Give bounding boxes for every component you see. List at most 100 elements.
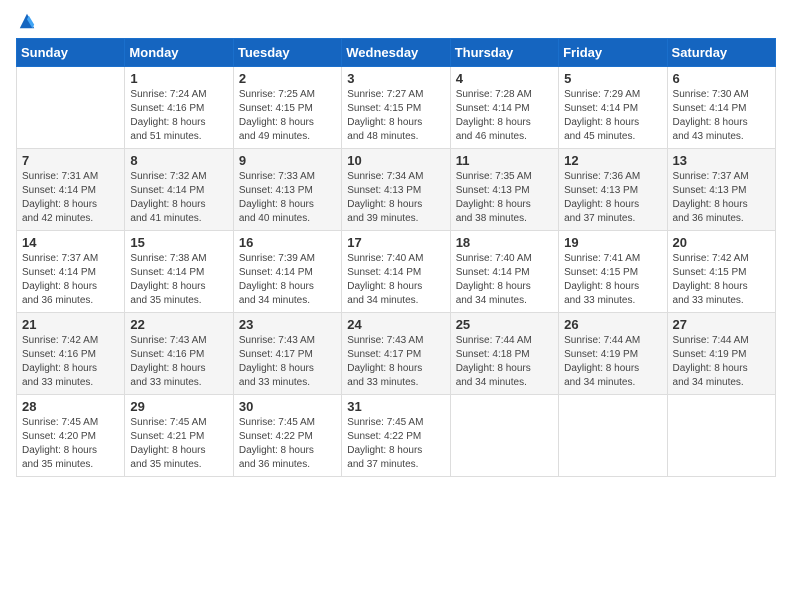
day-info: Sunrise: 7:40 AM Sunset: 4:14 PM Dayligh… — [456, 252, 553, 308]
day-number: 12 — [564, 153, 661, 168]
calendar-week-row: 28 Sunrise: 7:45 AM Sunset: 4:20 PM Dayli… — [17, 395, 776, 477]
day-info: Sunrise: 7:32 AM Sunset: 4:14 PM Dayligh… — [130, 170, 227, 226]
day-info: Sunrise: 7:43 AM Sunset: 4:16 PM Dayligh… — [130, 334, 227, 390]
calendar-cell: 29 Sunrise: 7:45 AM Sunset: 4:21 PM Dayli… — [125, 395, 233, 477]
calendar-cell: 8 Sunrise: 7:32 AM Sunset: 4:14 PM Daylig… — [125, 149, 233, 231]
day-info: Sunrise: 7:37 AM Sunset: 4:13 PM Dayligh… — [673, 170, 770, 226]
calendar-cell: 17 Sunrise: 7:40 AM Sunset: 4:14 PM Dayli… — [342, 231, 450, 313]
calendar-header-row: SundayMondayTuesdayWednesdayThursdayFrid… — [17, 39, 776, 67]
day-number: 15 — [130, 235, 227, 250]
day-number: 24 — [347, 317, 444, 332]
calendar-cell — [17, 67, 125, 149]
day-info: Sunrise: 7:39 AM Sunset: 4:14 PM Dayligh… — [239, 252, 336, 308]
day-number: 25 — [456, 317, 553, 332]
day-number: 14 — [22, 235, 119, 250]
calendar-cell — [450, 395, 558, 477]
calendar-cell: 24 Sunrise: 7:43 AM Sunset: 4:17 PM Dayli… — [342, 313, 450, 395]
calendar-cell: 18 Sunrise: 7:40 AM Sunset: 4:14 PM Dayli… — [450, 231, 558, 313]
logo-icon — [18, 12, 36, 30]
day-info: Sunrise: 7:36 AM Sunset: 4:13 PM Dayligh… — [564, 170, 661, 226]
day-number: 30 — [239, 399, 336, 414]
calendar-week-row: 14Sunrise: 7:37 AM Sunset: 4:14 PM Dayli… — [17, 231, 776, 313]
day-number: 28 — [22, 399, 119, 414]
day-number: 13 — [673, 153, 770, 168]
calendar-cell: 20 Sunrise: 7:42 AM Sunset: 4:15 PM Dayli… — [667, 231, 775, 313]
day-number: 20 — [673, 235, 770, 250]
calendar-cell: 25 Sunrise: 7:44 AM Sunset: 4:18 PM Dayli… — [450, 313, 558, 395]
day-header-wednesday: Wednesday — [342, 39, 450, 67]
day-info: Sunrise: 7:29 AM Sunset: 4:14 PM Dayligh… — [564, 88, 661, 144]
day-number: 23 — [239, 317, 336, 332]
calendar-cell: 19 Sunrise: 7:41 AM Sunset: 4:15 PM Dayli… — [559, 231, 667, 313]
calendar-cell: 28 Sunrise: 7:45 AM Sunset: 4:20 PM Dayli… — [17, 395, 125, 477]
day-number: 9 — [239, 153, 336, 168]
day-number: 26 — [564, 317, 661, 332]
day-info: Sunrise: 7:40 AM Sunset: 4:14 PM Dayligh… — [347, 252, 444, 308]
calendar-cell: 10 Sunrise: 7:34 AM Sunset: 4:13 PM Dayli… — [342, 149, 450, 231]
day-number: 22 — [130, 317, 227, 332]
day-info: Sunrise: 7:34 AM Sunset: 4:13 PM Dayligh… — [347, 170, 444, 226]
day-number: 11 — [456, 153, 553, 168]
calendar-week-row: 1Sunrise: 7:24 AM Sunset: 4:16 PM Daylig… — [17, 67, 776, 149]
calendar-week-row: 21 Sunrise: 7:42 AM Sunset: 4:16 PM Dayli… — [17, 313, 776, 395]
day-number: 19 — [564, 235, 661, 250]
calendar-week-row: 7Sunrise: 7:31 AM Sunset: 4:14 PM Daylig… — [17, 149, 776, 231]
day-info: Sunrise: 7:45 AM Sunset: 4:22 PM Dayligh… — [239, 416, 336, 472]
calendar-cell — [667, 395, 775, 477]
day-header-monday: Monday — [125, 39, 233, 67]
calendar-cell: 6Sunrise: 7:30 AM Sunset: 4:14 PM Daylig… — [667, 67, 775, 149]
day-header-tuesday: Tuesday — [233, 39, 341, 67]
calendar-cell: 4Sunrise: 7:28 AM Sunset: 4:14 PM Daylig… — [450, 67, 558, 149]
day-header-thursday: Thursday — [450, 39, 558, 67]
day-number: 5 — [564, 71, 661, 86]
calendar-cell: 22 Sunrise: 7:43 AM Sunset: 4:16 PM Dayli… — [125, 313, 233, 395]
calendar-cell: 2 Sunrise: 7:25 AM Sunset: 4:15 PM Daylig… — [233, 67, 341, 149]
calendar-cell: 13 Sunrise: 7:37 AM Sunset: 4:13 PM Dayli… — [667, 149, 775, 231]
logo — [16, 16, 36, 26]
calendar-cell: 26 Sunrise: 7:44 AM Sunset: 4:19 PM Dayli… — [559, 313, 667, 395]
day-header-sunday: Sunday — [17, 39, 125, 67]
day-info: Sunrise: 7:28 AM Sunset: 4:14 PM Dayligh… — [456, 88, 553, 144]
calendar-cell: 23 Sunrise: 7:43 AM Sunset: 4:17 PM Dayli… — [233, 313, 341, 395]
day-info: Sunrise: 7:44 AM Sunset: 4:19 PM Dayligh… — [673, 334, 770, 390]
day-info: Sunrise: 7:45 AM Sunset: 4:21 PM Dayligh… — [130, 416, 227, 472]
day-info: Sunrise: 7:44 AM Sunset: 4:19 PM Dayligh… — [564, 334, 661, 390]
day-number: 10 — [347, 153, 444, 168]
day-header-friday: Friday — [559, 39, 667, 67]
calendar-cell: 15Sunrise: 7:38 AM Sunset: 4:14 PM Dayli… — [125, 231, 233, 313]
calendar-cell: 11Sunrise: 7:35 AM Sunset: 4:13 PM Dayli… — [450, 149, 558, 231]
calendar-cell: 12 Sunrise: 7:36 AM Sunset: 4:13 PM Dayli… — [559, 149, 667, 231]
day-number: 27 — [673, 317, 770, 332]
day-number: 8 — [130, 153, 227, 168]
calendar-cell: 27 Sunrise: 7:44 AM Sunset: 4:19 PM Dayli… — [667, 313, 775, 395]
calendar-cell: 3 Sunrise: 7:27 AM Sunset: 4:15 PM Daylig… — [342, 67, 450, 149]
calendar-cell: 9 Sunrise: 7:33 AM Sunset: 4:13 PM Daylig… — [233, 149, 341, 231]
calendar-cell: 31Sunrise: 7:45 AM Sunset: 4:22 PM Dayli… — [342, 395, 450, 477]
day-info: Sunrise: 7:44 AM Sunset: 4:18 PM Dayligh… — [456, 334, 553, 390]
day-number: 2 — [239, 71, 336, 86]
day-number: 17 — [347, 235, 444, 250]
day-info: Sunrise: 7:41 AM Sunset: 4:15 PM Dayligh… — [564, 252, 661, 308]
day-info: Sunrise: 7:25 AM Sunset: 4:15 PM Dayligh… — [239, 88, 336, 144]
calendar-table: SundayMondayTuesdayWednesdayThursdayFrid… — [16, 38, 776, 477]
day-info: Sunrise: 7:45 AM Sunset: 4:20 PM Dayligh… — [22, 416, 119, 472]
day-info: Sunrise: 7:33 AM Sunset: 4:13 PM Dayligh… — [239, 170, 336, 226]
page-header — [16, 16, 776, 26]
day-header-saturday: Saturday — [667, 39, 775, 67]
day-info: Sunrise: 7:27 AM Sunset: 4:15 PM Dayligh… — [347, 88, 444, 144]
calendar-cell: 14Sunrise: 7:37 AM Sunset: 4:14 PM Dayli… — [17, 231, 125, 313]
calendar-cell: 5 Sunrise: 7:29 AM Sunset: 4:14 PM Daylig… — [559, 67, 667, 149]
day-number: 29 — [130, 399, 227, 414]
day-info: Sunrise: 7:43 AM Sunset: 4:17 PM Dayligh… — [239, 334, 336, 390]
calendar-cell: 7Sunrise: 7:31 AM Sunset: 4:14 PM Daylig… — [17, 149, 125, 231]
day-info: Sunrise: 7:30 AM Sunset: 4:14 PM Dayligh… — [673, 88, 770, 144]
day-info: Sunrise: 7:43 AM Sunset: 4:17 PM Dayligh… — [347, 334, 444, 390]
calendar-cell: 21 Sunrise: 7:42 AM Sunset: 4:16 PM Dayli… — [17, 313, 125, 395]
day-number: 21 — [22, 317, 119, 332]
day-info: Sunrise: 7:42 AM Sunset: 4:16 PM Dayligh… — [22, 334, 119, 390]
day-info: Sunrise: 7:45 AM Sunset: 4:22 PM Dayligh… — [347, 416, 444, 472]
day-info: Sunrise: 7:42 AM Sunset: 4:15 PM Dayligh… — [673, 252, 770, 308]
day-number: 18 — [456, 235, 553, 250]
day-number: 3 — [347, 71, 444, 86]
day-number: 16 — [239, 235, 336, 250]
